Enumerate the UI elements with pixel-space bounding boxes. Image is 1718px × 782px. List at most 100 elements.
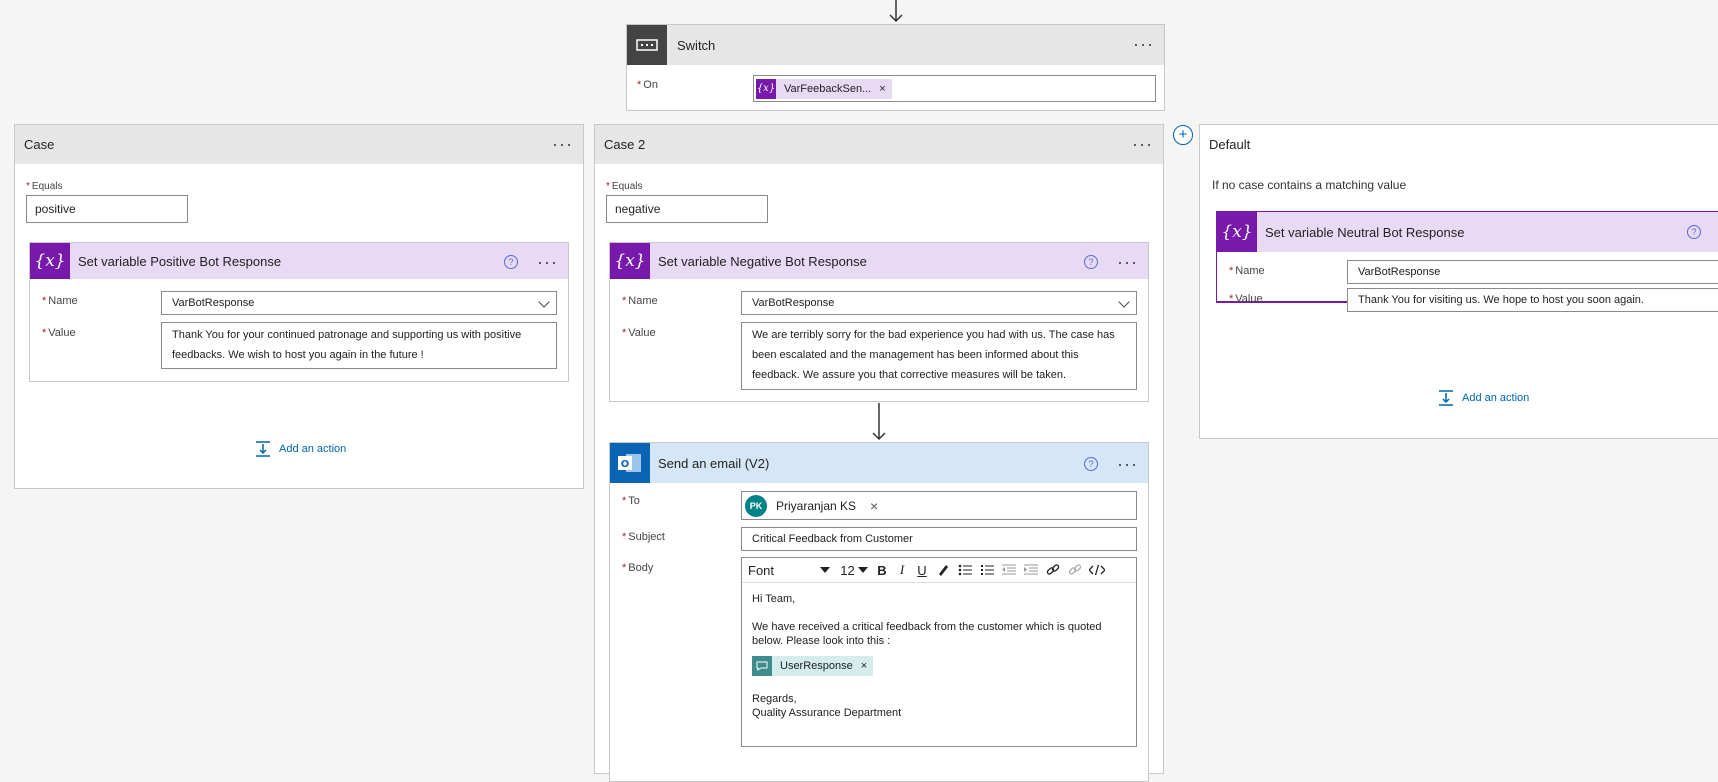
default-description: If no case contains a matching value	[1212, 178, 1407, 192]
email-subject-input[interactable]: Critical Feedback from Customer	[741, 527, 1137, 551]
positive-name-select[interactable]: VarBotResponse	[161, 291, 557, 315]
variable-icon: {x}	[30, 243, 70, 279]
chevron-down-icon[interactable]	[538, 296, 550, 308]
bold-button[interactable]: B	[872, 559, 892, 581]
flow-arrow-top	[889, 0, 903, 23]
negative-action-title: Set variable Negative Bot Response	[658, 253, 867, 269]
rich-text-toolbar: Font 12 B I U	[742, 558, 1136, 583]
negative-action-more-icon[interactable]: ···	[1117, 253, 1138, 271]
positive-action-title: Set variable Positive Bot Response	[78, 253, 282, 269]
case-2-more-icon[interactable]: ···	[1132, 135, 1153, 153]
set-variable-negative-action[interactable]: {x} Set variable Negative Bot Response ?…	[609, 242, 1149, 402]
email-body-editor[interactable]: Font 12 B I U Hi Team, We have received …	[741, 557, 1137, 747]
chevron-down-icon[interactable]	[1118, 296, 1130, 308]
case-1-header[interactable]: Case	[15, 125, 583, 164]
case-1-title: Case	[24, 137, 55, 152]
default-add-action-button[interactable]: Add an action	[1438, 390, 1529, 406]
email-to-label: * To	[622, 495, 640, 507]
case-1-equals-label: * Equals	[26, 181, 63, 192]
case-1-more-icon[interactable]: ···	[552, 135, 573, 153]
increase-indent-icon[interactable]	[1020, 559, 1042, 581]
default-card[interactable]: Default If no case contains a matching v…	[1199, 124, 1718, 439]
unlink-icon[interactable]	[1064, 559, 1086, 581]
neutral-name-select[interactable]: VarBotResponse	[1347, 260, 1718, 284]
switch-on-input[interactable]: {x} VarFeebackSen... ×	[753, 75, 1156, 102]
case-2-card[interactable]: Case 2 ··· * Equals negative {x} Set vari…	[594, 124, 1164, 782]
switch-title: Switch	[677, 37, 716, 53]
link-icon[interactable]	[1042, 559, 1064, 581]
body-regards: Regards,	[752, 693, 797, 705]
switch-icon	[627, 25, 667, 65]
default-title: Default	[1209, 137, 1251, 152]
decrease-indent-icon[interactable]	[998, 559, 1020, 581]
positive-value-input[interactable]: Thank You for your continued patronage a…	[161, 322, 557, 369]
email-body-label: * Body	[622, 562, 654, 574]
svg-text:O: O	[621, 459, 630, 470]
negative-name-select[interactable]: VarBotResponse	[741, 291, 1137, 315]
remove-token-icon[interactable]: ×	[879, 83, 891, 95]
body-greeting: Hi Team,	[752, 593, 796, 605]
bullet-list-icon[interactable]	[954, 559, 976, 581]
help-icon[interactable]: ?	[1687, 225, 1701, 239]
recipient-name: Priyaranjan KS	[776, 498, 857, 513]
avatar: PK	[745, 494, 767, 517]
switch-card[interactable]: Switch ··· * On {x} VarFeebackSen... ×	[626, 24, 1165, 111]
add-case-button[interactable]: +	[1173, 125, 1193, 145]
switch-on-label: * On	[637, 79, 658, 91]
italic-button[interactable]: I	[892, 559, 912, 581]
negative-value-input[interactable]: We are terribly sorry for the bad experi…	[741, 322, 1137, 390]
help-icon[interactable]: ?	[1084, 457, 1098, 471]
font-select[interactable]: Font	[748, 559, 836, 581]
neutral-action-title: Set variable Neutral Bot Response	[1265, 224, 1465, 240]
caret-down-icon	[857, 567, 868, 573]
switch-header[interactable]: Switch	[627, 25, 1164, 65]
set-variable-neutral-action[interactable]: {x} Set variable Neutral Bot Response ? …	[1216, 211, 1718, 312]
caret-down-icon	[820, 567, 830, 573]
case-2-header[interactable]: Case 2	[595, 125, 1163, 164]
body-signature: Quality Assurance Department	[752, 707, 902, 719]
switch-more-icon[interactable]: ···	[1133, 35, 1154, 53]
positive-action-more-icon[interactable]: ···	[537, 253, 558, 271]
underline-button[interactable]: U	[912, 559, 932, 581]
case-2-equals-input[interactable]: negative	[606, 195, 768, 223]
user-response-token: UserResponse ×	[752, 656, 874, 676]
email-body-content[interactable]: Hi Team, We have received a critical fee…	[752, 592, 1126, 720]
positive-name-label: * Name	[42, 295, 78, 307]
send-email-title: Send an email (V2)	[658, 455, 770, 471]
add-action-icon	[1439, 390, 1453, 406]
numbered-list-icon[interactable]	[976, 559, 998, 581]
case-1-equals-input[interactable]: positive	[26, 195, 188, 223]
variable-icon: {x}	[610, 243, 650, 279]
switch-on-token: {x} VarFeebackSen... ×	[756, 78, 892, 99]
help-icon[interactable]: ?	[504, 255, 518, 269]
email-subject-label: * Subject	[622, 531, 665, 543]
font-size-select[interactable]: 12	[836, 559, 872, 581]
set-variable-positive-action[interactable]: {x} Set variable Positive Bot Response ?…	[29, 242, 569, 382]
send-email-header[interactable]: O Send an email (V2)	[610, 443, 1148, 483]
help-icon[interactable]: ?	[1084, 255, 1098, 269]
add-action-icon	[256, 441, 270, 457]
negative-value-label: * Value	[622, 327, 656, 339]
neutral-action-header[interactable]: {x} Set variable Neutral Bot Response	[1217, 212, 1718, 252]
variable-icon: {x}	[756, 78, 776, 99]
case-1-card[interactable]: Case ··· * Equals positive {x} Set variab…	[14, 124, 584, 489]
neutral-name-label: * Name	[1229, 265, 1265, 277]
case-2-equals-label: * Equals	[606, 181, 643, 192]
neutral-value-input[interactable]: Thank You for visiting us. We hope to ho…	[1347, 288, 1718, 312]
positive-value-label: * Value	[42, 327, 76, 339]
positive-action-header[interactable]: {x} Set variable Positive Bot Response	[30, 243, 568, 279]
code-view-icon[interactable]	[1086, 559, 1108, 581]
case-1-add-action-button[interactable]: Add an action	[255, 441, 346, 457]
flow-arrow-case-2	[872, 403, 886, 441]
highlight-icon[interactable]	[932, 559, 954, 581]
variable-icon: {x}	[1217, 212, 1257, 252]
outlook-icon: O	[610, 443, 650, 483]
remove-token-icon[interactable]: ×	[861, 659, 873, 673]
remove-recipient-icon[interactable]: ×	[870, 498, 878, 514]
send-email-action[interactable]: O Send an email (V2) ? ··· * To PK Priyar…	[609, 442, 1149, 782]
negative-action-header[interactable]: {x} Set variable Negative Bot Response	[610, 243, 1148, 279]
send-email-more-icon[interactable]: ···	[1117, 455, 1138, 473]
negative-name-label: * Name	[622, 295, 658, 307]
email-to-input[interactable]: PK Priyaranjan KS ×	[741, 491, 1137, 520]
body-paragraph: We have received a critical feedback fro…	[752, 621, 1102, 647]
